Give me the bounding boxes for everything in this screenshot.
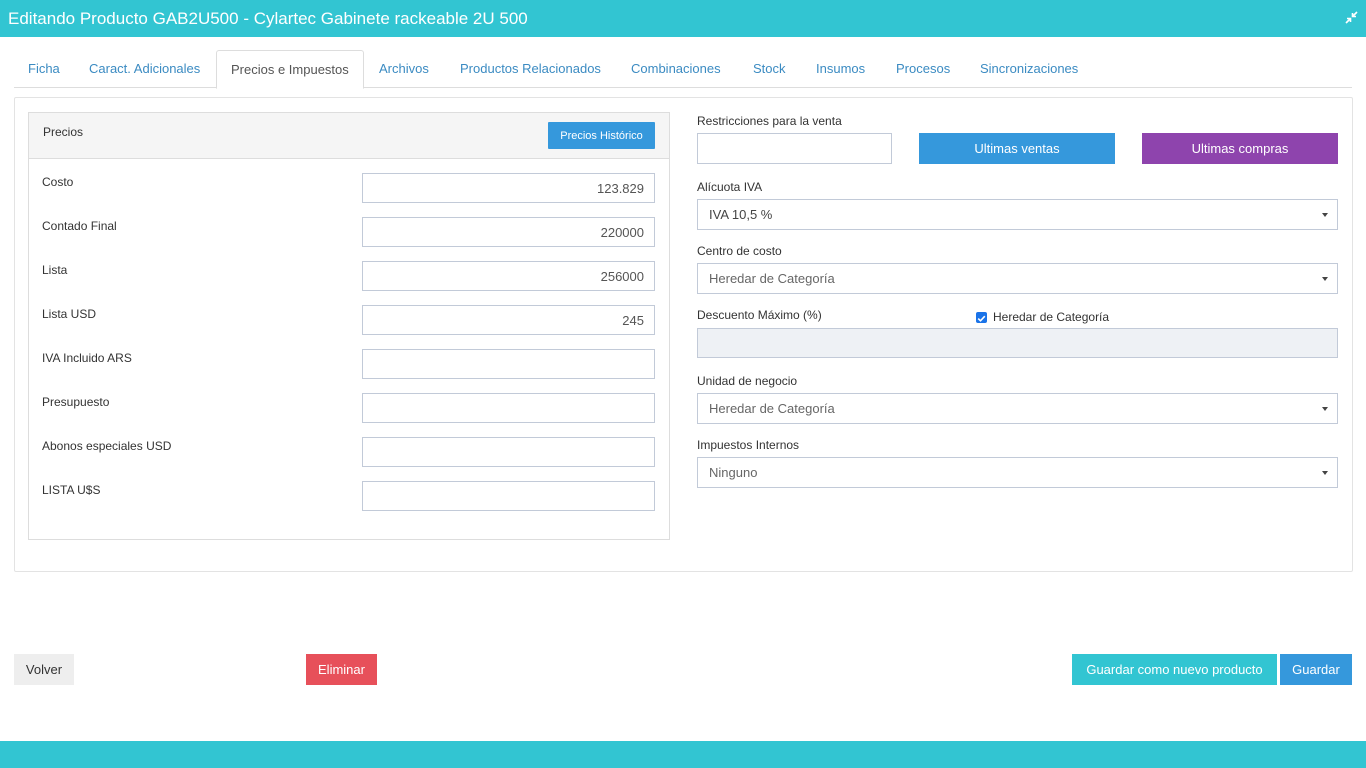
tab-sincronizaciones[interactable]: Sincronizaciones: [966, 50, 1092, 88]
cost-center-label: Centro de costo: [697, 244, 782, 258]
internal-taxes-select-value: Ninguno: [709, 465, 758, 480]
price-input-lista-usd[interactable]: [362, 305, 655, 335]
tab-ficha[interactable]: Ficha: [14, 50, 74, 88]
tab-insumos[interactable]: Insumos: [802, 50, 879, 88]
save-button[interactable]: Guardar: [1280, 654, 1352, 685]
price-input-iva-incluido-ars[interactable]: [362, 349, 655, 379]
last-sales-button[interactable]: Ultimas ventas: [919, 133, 1115, 164]
price-label-lista-uss: LISTA U$S: [42, 483, 101, 497]
business-unit-select-value: Heredar de Categoría: [709, 401, 835, 416]
price-label-abonos-especiales-usd: Abonos especiales USD: [42, 439, 172, 453]
price-label-contado-final: Contado Final: [42, 219, 117, 233]
restrictions-input[interactable]: [697, 133, 892, 164]
price-input-lista[interactable]: [362, 261, 655, 291]
price-label-lista-usd: Lista USD: [42, 307, 97, 321]
internal-taxes-select[interactable]: Ninguno: [697, 457, 1338, 488]
max-discount-input: [697, 328, 1338, 358]
price-input-lista-uss[interactable]: [362, 481, 655, 511]
price-input-costo[interactable]: [362, 173, 655, 203]
price-input-abonos-especiales-usd[interactable]: [362, 437, 655, 467]
cost-center-select[interactable]: Heredar de Categoría: [697, 263, 1338, 294]
back-button[interactable]: Volver: [14, 654, 74, 685]
price-input-contado-final[interactable]: [362, 217, 655, 247]
tab-procesos[interactable]: Procesos: [882, 50, 964, 88]
tab-productos-relacionados[interactable]: Productos Relacionados: [446, 50, 615, 88]
cost-center-select-value: Heredar de Categoría: [709, 271, 835, 286]
business-unit-label: Unidad de negocio: [697, 374, 798, 388]
tab-precios-e-impuestos[interactable]: Precios e Impuestos: [216, 50, 364, 89]
tab-caract-adicionales[interactable]: Caract. Adicionales: [75, 50, 214, 88]
iva-label: Alícuota IVA: [697, 180, 763, 194]
iva-select[interactable]: IVA 10,5 %: [697, 199, 1338, 230]
price-input-presupuesto[interactable]: [362, 393, 655, 423]
delete-button[interactable]: Eliminar: [306, 654, 377, 685]
chevron-down-icon: [1322, 471, 1328, 475]
window-title-bar: Editando Producto GAB2U500 - Cylartec Ga…: [0, 0, 1366, 37]
inherit-category-label: Heredar de Categoría: [993, 310, 1110, 324]
business-unit-select[interactable]: Heredar de Categoría: [697, 393, 1338, 424]
tab-archivos[interactable]: Archivos: [365, 50, 443, 88]
window-title: Editando Producto GAB2U500 - Cylartec Ga…: [8, 9, 528, 28]
check-icon: [977, 315, 986, 322]
save-as-new-button[interactable]: Guardar como nuevo producto: [1072, 654, 1277, 685]
chevron-down-icon: [1322, 277, 1328, 281]
iva-select-value: IVA 10,5 %: [709, 207, 773, 222]
last-purchases-button[interactable]: Ultimas compras: [1142, 133, 1338, 164]
inherit-category-checkbox[interactable]: [976, 312, 987, 323]
price-label-iva-incluido-ars: IVA Incluido ARS: [42, 351, 132, 365]
prices-panel-title: Precios: [43, 125, 84, 139]
prices-panel-header: Precios Precios Histórico: [29, 113, 669, 159]
internal-taxes-label: Impuestos Internos: [697, 438, 800, 452]
chevron-down-icon: [1322, 407, 1328, 411]
tab-combinaciones[interactable]: Combinaciones: [617, 50, 735, 88]
tab-stock[interactable]: Stock: [739, 50, 800, 88]
restrictions-label: Restricciones para la venta: [697, 114, 842, 128]
tab-bar: Ficha Caract. Adicionales Precios e Impu…: [14, 50, 1352, 89]
max-discount-label: Descuento Máximo (%): [697, 308, 822, 322]
minimize-icon[interactable]: [1345, 11, 1358, 24]
price-label-presupuesto: Presupuesto: [42, 395, 110, 409]
price-label-costo: Costo: [42, 175, 74, 189]
price-history-button[interactable]: Precios Histórico: [548, 122, 655, 149]
footer-bar: [0, 741, 1366, 768]
chevron-down-icon: [1322, 213, 1328, 217]
price-label-lista: Lista: [42, 263, 68, 277]
